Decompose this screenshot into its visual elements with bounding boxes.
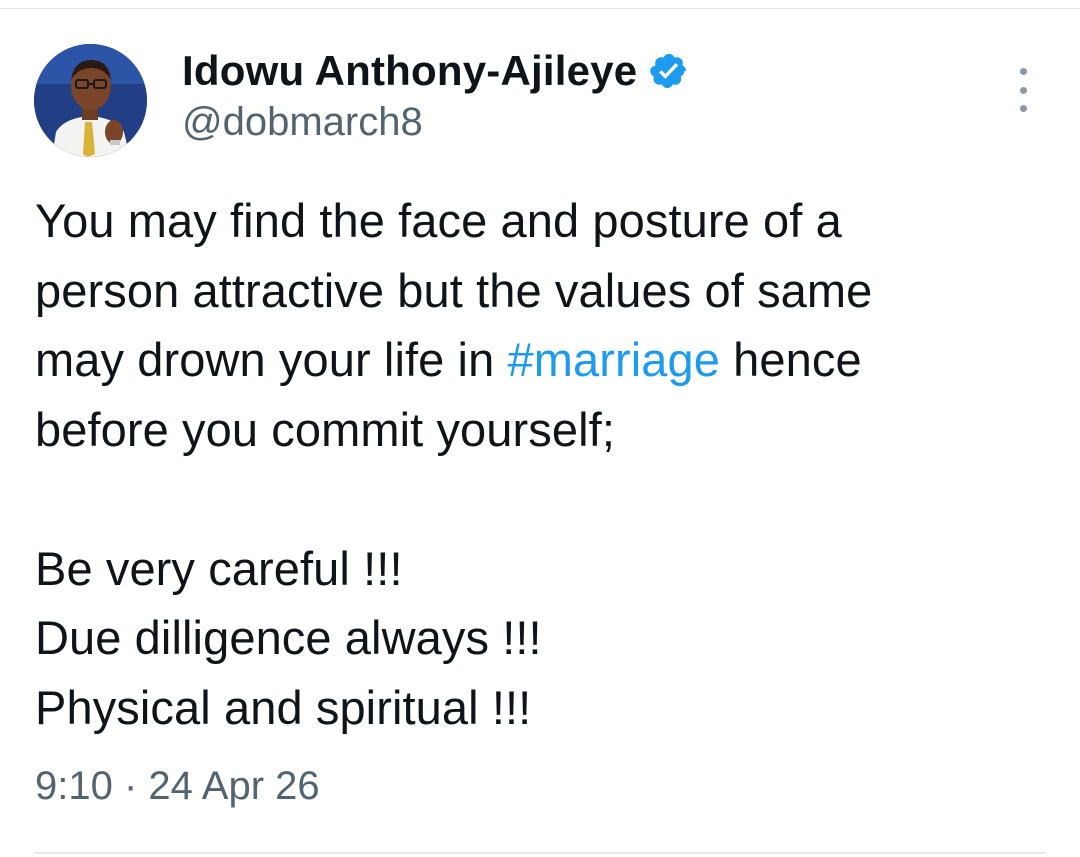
tweet-line: Due dilligence always !!!: [35, 611, 542, 664]
tweet-line: person attractive but the values of same: [35, 263, 873, 317]
tweet-text-fragment: hence: [719, 333, 862, 386]
tweet-line: before you commit yourself;: [35, 402, 615, 456]
hashtag-link[interactable]: #marriage: [507, 333, 720, 386]
tweet-text-fragment: may drown your life in: [35, 333, 508, 386]
author-handle[interactable]: @dobmarch8: [182, 100, 423, 145]
more-dot: [1019, 86, 1027, 94]
avatar-photo: [34, 44, 147, 157]
tweet-text: You may find the face and posture of a p…: [35, 186, 1055, 742]
avatar[interactable]: [34, 44, 147, 157]
tweet-timestamp[interactable]: 9:10 · 24 Apr 26: [35, 764, 320, 809]
author-name-row[interactable]: Idowu Anthony-Ajileye: [182, 43, 689, 99]
more-options-icon[interactable]: [1010, 68, 1036, 112]
bottom-divider: [34, 852, 1046, 854]
tweet-line: may drown your life in #marriage hence: [35, 325, 1055, 395]
timestamp-date: 24 Apr 26: [148, 764, 320, 808]
tweet-line: Physical and spiritual !!!: [35, 680, 532, 734]
timestamp-separator: ·: [112, 764, 149, 808]
more-dot: [1019, 68, 1027, 75]
top-divider: [0, 8, 1080, 9]
tweet-line: You may find the face and posture of a: [35, 194, 842, 247]
more-dot: [1019, 105, 1027, 112]
verified-badge-icon[interactable]: [649, 51, 689, 91]
timestamp-time: 9:10: [35, 764, 113, 808]
author-name[interactable]: Idowu Anthony-Ajileye: [182, 47, 637, 95]
tweet-line: Be very careful !!!: [35, 541, 403, 595]
